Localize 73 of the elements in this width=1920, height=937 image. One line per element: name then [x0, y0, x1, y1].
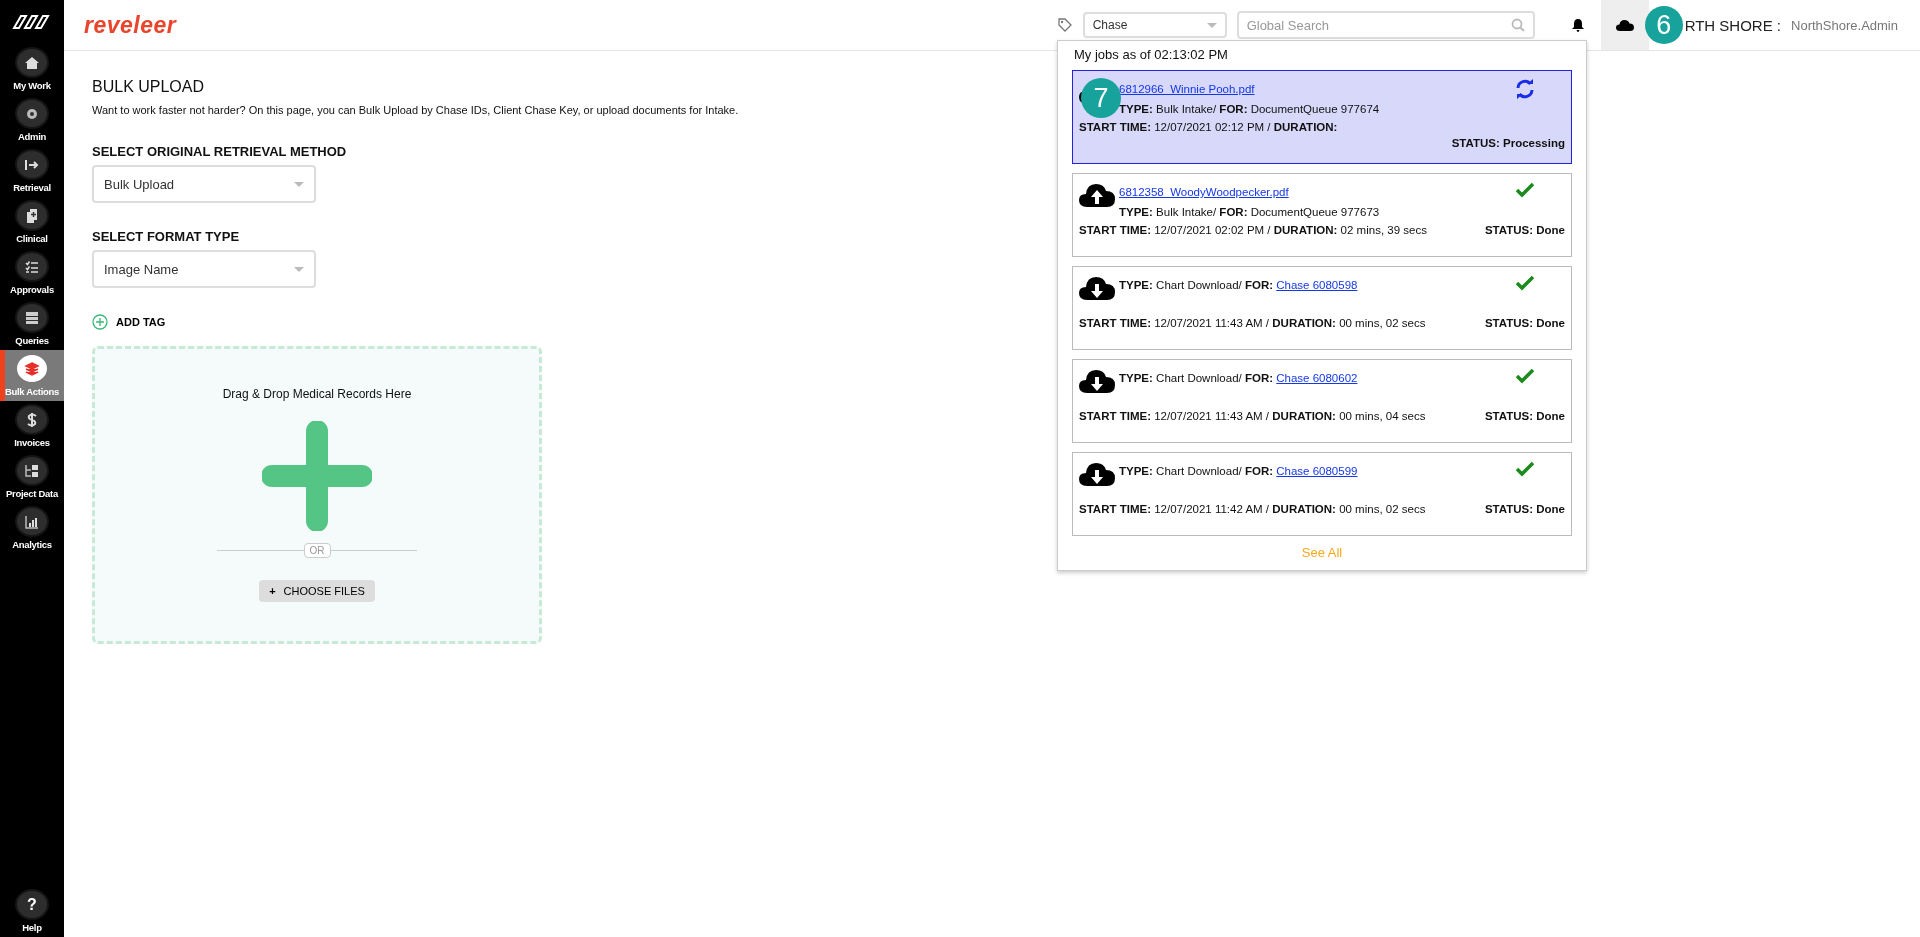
add-tag-button[interactable]: ADD TAG: [92, 314, 166, 330]
job-card[interactable]: 6812358_WoodyWoodpecker.pdf TYPE: Bulk Intake/ FOR: DocumentQueue 977673 START TIME: 12/07/2021 02:02 PM / DURATION: 02 mins, 39 secs STATUS: Done: [1072, 173, 1572, 257]
cloud-download-icon: [1079, 368, 1115, 394]
callout-badge: 6: [1644, 6, 1683, 44]
chase-link[interactable]: Chase 6080602: [1276, 372, 1358, 384]
sidebar-item[interactable]: My Work: [0, 44, 64, 95]
cloud-download-icon: [1079, 461, 1115, 487]
document-plus-icon: [24, 207, 40, 224]
chase-link[interactable]: Chase 6080598: [1276, 279, 1358, 291]
brand-logo: reveleer: [84, 11, 177, 39]
field-label: SELECT FORMAT TYPE: [92, 229, 240, 244]
retrieval-method-select[interactable]: Bulk Upload: [92, 165, 316, 203]
cloud-icon: [1615, 19, 1634, 31]
drop-zone[interactable]: Drag & Drop Medical Records Here OR + CHOOSE FILES: [92, 346, 542, 644]
help-icon: ?: [27, 895, 37, 914]
job-time: START TIME: 12/07/2021 02:02 PM / DURATION: 02 mins, 39 secs: [1079, 224, 1427, 236]
format-type-select[interactable]: Image Name: [92, 250, 316, 288]
list-icon: [24, 309, 40, 326]
job-type: TYPE: Chart Download/ FOR: Chase 6080598: [1119, 279, 1359, 291]
page-title: BULK UPLOAD: [92, 78, 205, 96]
help-item[interactable]: ? Help: [0, 886, 64, 937]
job-status: STATUS: Done: [1484, 503, 1565, 515]
bell-icon[interactable]: [1570, 18, 1585, 32]
job-card[interactable]: TYPE: Chart Download/ FOR: Chase 6080602 START TIME: 12/07/2021 11:43 AM / DURATION: 00 mins, 04 secs STATUS: Done: [1072, 359, 1572, 443]
sidebar-item[interactable]: Queries: [0, 299, 64, 350]
page-description: Want to work faster not harder? On this page, you can Bulk Upload by Chase IDs, Client Chase Key, or upload documents for Intake.: [92, 104, 739, 116]
layers-icon: [24, 360, 40, 377]
bar-chart-icon: [24, 513, 40, 530]
chase-link[interactable]: Chase 6080599: [1276, 465, 1358, 477]
job-status: STATUS: Processing: [1451, 137, 1565, 149]
file-link[interactable]: 6812358_WoodyWoodpecker.pdf: [1119, 186, 1289, 198]
sidebar-item[interactable]: Bulk Actions: [0, 350, 64, 401]
job-card[interactable]: TYPE: Chart Download/ FOR: Chase 6080598 START TIME: 12/07/2021 11:43 AM / DURATION: 00 mins, 02 secs STATUS: Done: [1072, 266, 1572, 350]
panel-title: My jobs as of 02:13:02 PM: [1074, 47, 1229, 62]
sidebar-item[interactable]: Project Data: [0, 452, 64, 503]
choose-files-button[interactable]: + CHOOSE FILES: [259, 580, 375, 602]
job-type: TYPE: Chart Download/ FOR: Chase 6080599: [1119, 465, 1359, 477]
blocks-icon: [24, 462, 40, 479]
job-time: START TIME: 12/07/2021 11:43 AM / DURATION: 00 mins, 02 secs: [1079, 317, 1426, 329]
job-time: START TIME: 12/07/2021 11:43 AM / DURATION: 00 mins, 04 secs: [1079, 410, 1426, 422]
job-type: TYPE: Bulk Intake/ FOR: DocumentQueue 977674: [1119, 103, 1381, 115]
organization-name: RTH SHORE :: [1684, 16, 1782, 34]
job-type: TYPE: Bulk Intake/ FOR: DocumentQueue 977673: [1119, 206, 1381, 218]
logo-icon: [12, 14, 52, 30]
plus-circle-icon: [92, 314, 108, 330]
sidebar-item[interactable]: Clinical: [0, 197, 64, 248]
job-type: TYPE: Chart Download/ FOR: Chase 6080602: [1119, 372, 1359, 384]
user-name[interactable]: NorthShore.Admin: [1791, 17, 1898, 33]
checklist-icon: [24, 258, 40, 275]
or-separator: OR: [303, 543, 331, 558]
job-status: STATUS: Done: [1484, 410, 1565, 422]
search-field[interactable]: Global Search: [1236, 11, 1535, 39]
tag-icon: [1056, 17, 1073, 33]
search-icon: [1510, 18, 1525, 32]
sidebar-item[interactable]: Invoices: [0, 401, 64, 452]
job-time: START TIME: 12/07/2021 11:42 AM / DURATION: 00 mins, 02 secs: [1079, 503, 1426, 515]
plus-icon: [262, 421, 372, 531]
house-icon: [24, 54, 40, 71]
cloud-download-icon: [1079, 275, 1115, 301]
jobs-button[interactable]: [1600, 0, 1649, 50]
cloud-upload-icon: [1079, 182, 1115, 208]
job-card[interactable]: TYPE: Chart Download/ FOR: Chase 6080599 START TIME: 12/07/2021 11:42 AM / DURATION: 00 mins, 02 secs STATUS: Done: [1072, 452, 1572, 536]
job-status: STATUS: Done: [1484, 317, 1565, 329]
sidebar-item[interactable]: Admin: [0, 95, 64, 146]
category-select[interactable]: Chase: [1082, 12, 1227, 38]
file-link[interactable]: 6812966_Winnie Pooh.pdf: [1119, 83, 1255, 95]
sidebar-item[interactable]: Approvals: [0, 248, 64, 299]
field-label: SELECT ORIGINAL RETRIEVAL METHOD: [92, 144, 347, 159]
drop-prompt: Drag & Drop Medical Records Here: [222, 387, 412, 401]
sidebar-item[interactable]: Analytics: [0, 503, 64, 554]
sidebar-item[interactable]: Retrieval: [0, 146, 64, 197]
job-status: STATUS: Done: [1484, 224, 1565, 236]
job-time: START TIME: 12/07/2021 02:12 PM / DURATION:: [1079, 121, 1338, 133]
